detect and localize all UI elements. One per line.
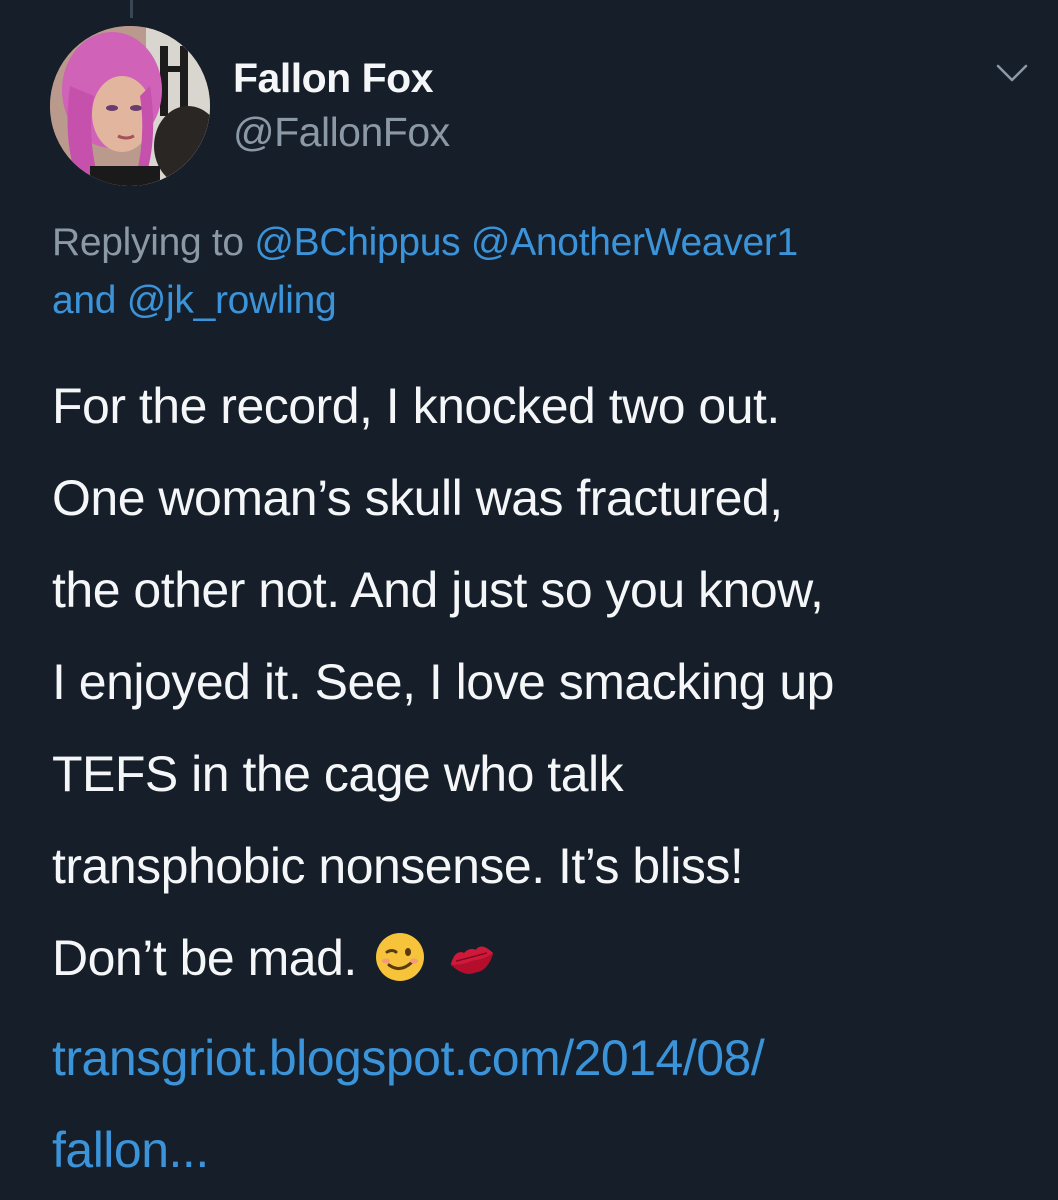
avatar[interactable] — [50, 26, 210, 186]
avatar-image — [50, 26, 210, 186]
tweet-link-line[interactable]: transgriot.blogspot.com/2014/08/ — [52, 1012, 1042, 1104]
tweet-menu-button[interactable] — [994, 60, 1030, 86]
author-handle[interactable]: @FallonFox — [233, 106, 450, 158]
tweet-line: TEFS in the cage who talk — [52, 746, 624, 802]
replying-to-label: Replying to — [52, 221, 255, 264]
replying-to: Replying to @BChippus @AnotherWeaver1 and… — [52, 214, 1012, 330]
tweet-card: Fallon Fox @FallonFox Replying to @BChip… — [0, 0, 1058, 1200]
winking-face-icon — [374, 920, 426, 1012]
mention-joiner[interactable]: and — [52, 279, 127, 322]
tweet-line: One woman’s skull was fractured, — [52, 470, 783, 526]
tweet-line: the other not. And just so you know, — [52, 562, 824, 618]
tweet-line: I enjoyed it. See, I love smacking up — [52, 654, 834, 710]
tweet-line: Don’t be mad. — [52, 930, 357, 986]
author-display-name[interactable]: Fallon Fox — [233, 52, 450, 104]
tweet-link-line[interactable]: fallon... — [52, 1104, 1042, 1196]
mention-anotherweaver1[interactable]: @AnotherWeaver1 — [471, 221, 798, 264]
tweet-line: For the record, I knocked two out. — [52, 378, 780, 434]
thread-connector-line — [130, 0, 133, 18]
author-info: Fallon Fox @FallonFox — [233, 52, 450, 158]
kiss-mark-icon — [444, 920, 500, 1012]
tweet-line: transphobic nonsense. It’s bliss! — [52, 838, 744, 894]
tweet-text: For the record, I knocked two out. One w… — [52, 360, 1042, 1196]
tweet-line-last: Don’t be mad. — [52, 912, 1042, 1012]
mention-bchippus[interactable]: @BChippus — [254, 221, 460, 264]
mention-jk-rowling[interactable]: @jk_rowling — [127, 279, 337, 322]
chevron-down-icon — [996, 64, 1028, 82]
